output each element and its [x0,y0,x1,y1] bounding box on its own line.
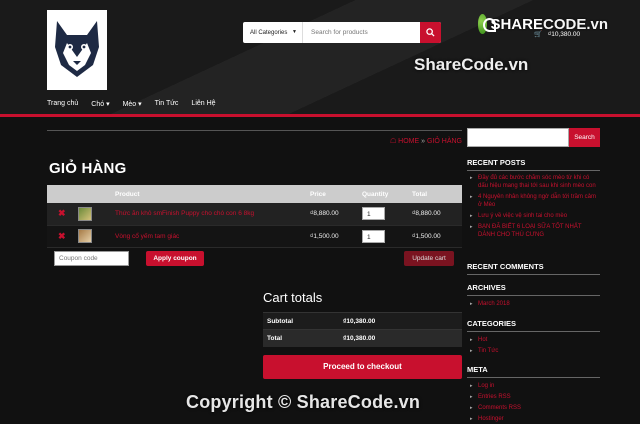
update-cart-button[interactable]: Update cart [404,251,454,266]
cart-actions: Coupon code Apply coupon Update cart [47,249,462,269]
category-link[interactable]: Hot [470,336,600,344]
quantity-input[interactable]: 1 [362,229,385,243]
breadcrumb-current: GIỎ HÀNG [426,138,462,145]
nav-item-dog[interactable]: Chó ▾ [91,100,109,108]
nav-item-contact[interactable]: Liên Hệ [191,100,215,108]
col-product: Product [112,185,307,203]
sidebar-search: Search [467,128,600,147]
apply-coupon-button[interactable]: Apply coupon [146,251,204,266]
product-total: ₫1,500.00 [409,225,462,248]
meta-list: Log in Entries RSS Comments RSS Hostinge… [470,382,600,424]
recent-post-link[interactable]: Lưu ý về việc vệ sinh tai cho mèo [470,212,600,220]
search-button[interactable] [420,22,441,43]
cart-totals-table: Subtotal ₫10,380.00 Total ₫10,380.00 [263,312,462,347]
caret-down-icon: ▾ [106,101,110,108]
nav-item-cat[interactable]: Mèo ▾ [123,100,142,108]
cart-row: ✖ Thức ăn khô smFinish Puppy cho chó con… [47,203,462,226]
recent-posts-list: Đầy đủ các bước chăm sóc mèo từ khi có d… [470,174,600,242]
breadcrumb-separator: » [421,138,426,145]
col-quantity: Quantity [359,185,409,203]
subtotal-value: ₫10,380.00 [343,312,462,330]
header-cart-total: ₫10,380.00 [547,31,581,38]
breadcrumb-home[interactable]: HOME [398,138,419,145]
recent-post-link[interactable]: 4 Nguyên nhân không ngờ dẫn tới trầm cảm… [470,193,600,209]
header-cart[interactable]: 🛒 ₫10,380.00 [534,30,580,38]
product-total: ₫8,880.00 [409,203,462,226]
col-total: Total [409,185,462,203]
cart-row: ✖ Vòng cổ yếm tam giác ₫1,500.00 1 ₫1,50… [47,225,462,248]
recent-posts-title: RECENT POSTS [467,158,600,171]
total-label: Total [263,329,343,347]
subtotal-row: Subtotal ₫10,380.00 [263,312,462,330]
breadcrumb: ☖ HOME » GIỎ HÀNG [390,137,462,145]
meta-title: META [467,365,600,378]
header-divider [0,114,640,117]
archives-list: March 2018 [470,300,600,311]
sidebar-search-input[interactable] [467,128,569,147]
search-input[interactable] [303,22,418,43]
remove-item-icon[interactable]: ✖ [50,208,66,218]
coupon-code-input[interactable]: Coupon code [54,251,129,266]
recent-post-link[interactable]: BẠN ĐÃ BIẾT 6 LOẠI SỮA TỐT NHẤT DÀNH CHO… [470,223,600,239]
total-row: Total ₫10,380.00 [263,329,462,347]
col-price: Price [307,185,359,203]
product-thumbnail[interactable] [78,229,92,243]
product-search-bar: All Categories ▼ [243,22,441,43]
husky-icon [55,21,99,77]
recent-comments-title: RECENT COMMENTS [467,262,600,275]
cart-totals-title: Cart totals [263,290,323,305]
subtotal-label: Subtotal [263,312,343,330]
meta-link[interactable]: Comments RSS [470,404,600,412]
husky-logo[interactable] [47,10,107,90]
content-divider [47,130,462,131]
nav-item-home[interactable]: Trang chủ [47,100,78,108]
chevron-down-icon: ▼ [292,29,297,35]
category-select[interactable]: All Categories ▼ [243,22,303,43]
watermark-text: ShareCode.vn [414,55,529,74]
cart-table-header: Product Price Quantity Total [47,185,462,203]
remove-item-icon[interactable]: ✖ [50,231,66,241]
meta-link[interactable]: Hostinger [470,415,600,423]
category-select-value: All Categories [250,29,288,36]
nav-item-news[interactable]: Tin Tức [155,100,179,108]
recent-post-link[interactable]: Đầy đủ các bước chăm sóc mèo từ khi có d… [470,174,600,190]
quantity-input[interactable]: 1 [362,207,385,221]
meta-link[interactable]: Entries RSS [470,393,600,401]
meta-link[interactable]: Log in [470,382,600,390]
main-nav: Trang chủ Chó ▾ Mèo ▾ Tin Tức Liên Hệ [47,100,216,108]
product-name-link[interactable]: Thức ăn khô smFinish Puppy cho chó con 6… [115,210,254,217]
product-price: ₫8,880.00 [307,203,359,226]
category-link[interactable]: Tin Tức [470,347,600,355]
page-title: GIỎ HÀNG [49,160,127,177]
copyright-watermark: Copyright © ShareCode.vn [186,392,421,412]
total-value: ₫10,380.00 [343,329,462,347]
archive-link[interactable]: March 2018 [470,300,600,308]
home-icon: ☖ [389,138,397,145]
product-thumbnail[interactable] [78,206,92,221]
search-icon [426,28,435,37]
caret-down-icon: ▾ [138,101,142,108]
product-price: ₫1,500.00 [307,225,359,248]
archives-title: ARCHIVES [467,283,600,296]
proceed-to-checkout-button[interactable]: Proceed to checkout [263,355,462,379]
sidebar-search-button[interactable]: Search [569,128,600,147]
sharecode-ball-icon [478,14,497,34]
categories-list: Hot Tin Tức [470,336,600,358]
categories-title: CATEGORIES [467,319,600,332]
product-name-link[interactable]: Vòng cổ yếm tam giác [115,233,179,240]
cart-table: Product Price Quantity Total ✖ Thức ăn k… [47,185,462,248]
cart-icon: 🛒 [534,31,543,38]
